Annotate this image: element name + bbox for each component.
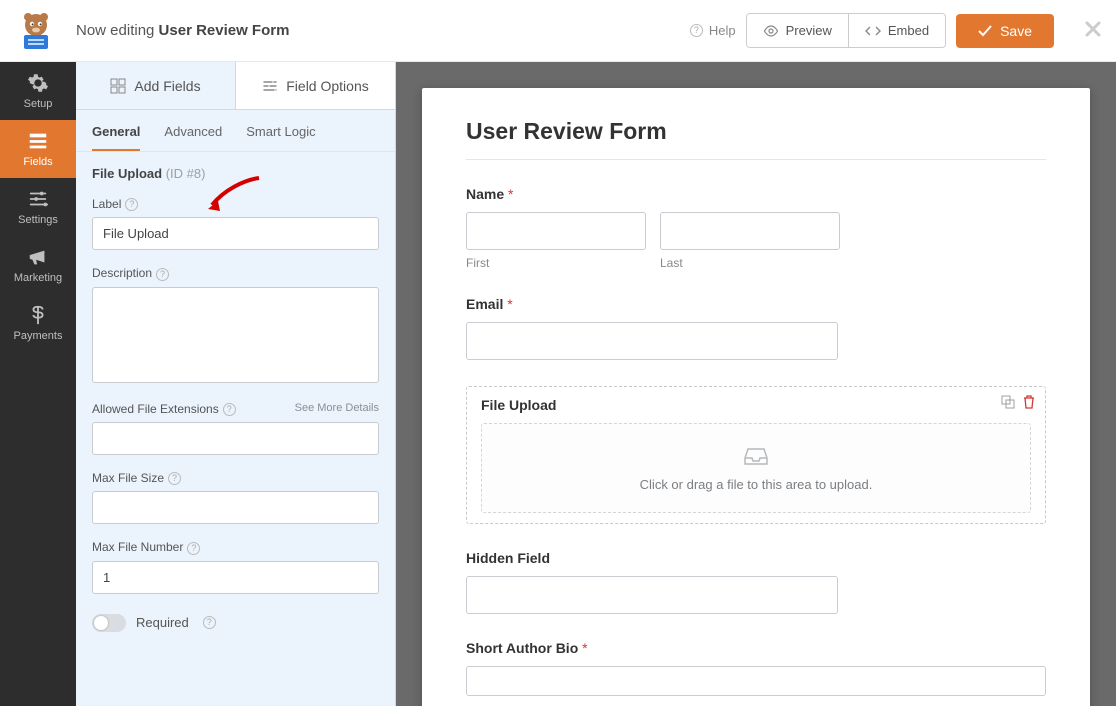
help-icon[interactable]: ? — [125, 198, 138, 211]
help-icon[interactable]: ? — [168, 472, 181, 485]
hidden-input[interactable] — [466, 576, 838, 614]
help-link[interactable]: ? Help — [686, 23, 736, 38]
help-label: Help — [709, 23, 736, 38]
editing-form-name: User Review Form — [159, 22, 290, 39]
dollar-icon — [27, 304, 49, 326]
inbox-icon — [743, 445, 769, 467]
email-field-label: Email * — [466, 296, 1046, 312]
grid-icon — [110, 78, 126, 94]
see-more-link[interactable]: See More Details — [295, 402, 379, 414]
preview-embed-group: Preview Embed — [746, 13, 946, 48]
help-icon[interactable]: ? — [223, 403, 236, 416]
nav-payments-label: Payments — [14, 330, 63, 342]
nav-settings[interactable]: Settings — [0, 178, 76, 236]
required-toggle[interactable] — [92, 614, 126, 632]
description-label: Description? — [92, 266, 379, 280]
subtab-smart-logic[interactable]: Smart Logic — [246, 124, 315, 151]
top-bar: Now editing User Review Form ? Help Prev… — [0, 0, 1116, 62]
first-name-input[interactable] — [466, 212, 646, 250]
hidden-field-label: Hidden Field — [466, 550, 1046, 566]
file-upload-field[interactable]: File Upload Click or drag a file to this… — [466, 386, 1046, 524]
form-preview: User Review Form Name * First Last — [422, 88, 1090, 706]
max-number-input[interactable] — [92, 561, 379, 594]
required-label: Required — [136, 615, 189, 630]
canvas-area: User Review Form Name * First Last — [396, 62, 1116, 706]
tab-field-options[interactable]: Field Options — [236, 62, 395, 110]
nav-fields[interactable]: Fields — [0, 120, 76, 178]
description-input[interactable] — [92, 287, 379, 383]
save-label: Save — [1000, 23, 1032, 39]
tab-field-options-label: Field Options — [286, 78, 368, 94]
preview-label: Preview — [786, 23, 832, 38]
duplicate-icon[interactable] — [1001, 395, 1015, 409]
bio-field-label: Short Author Bio * — [466, 640, 1046, 656]
nav-payments[interactable]: Payments — [0, 294, 76, 352]
preview-button[interactable]: Preview — [747, 14, 848, 47]
side-panel: Add Fields Field Options General Advance… — [76, 62, 396, 706]
check-icon — [978, 25, 992, 37]
nav-marketing-label: Marketing — [14, 272, 62, 284]
field-heading: File Upload (ID #8) — [92, 166, 379, 181]
tab-add-fields-label: Add Fields — [134, 78, 200, 94]
bio-input[interactable] — [466, 666, 1046, 696]
nav-settings-label: Settings — [18, 214, 58, 226]
trash-icon[interactable] — [1023, 395, 1035, 409]
last-sublabel: Last — [660, 256, 840, 270]
sliders-icon — [27, 188, 49, 210]
tab-add-fields[interactable]: Add Fields — [76, 62, 236, 110]
code-icon — [865, 25, 881, 37]
eye-icon — [763, 25, 779, 37]
max-size-label: Max File Size? — [92, 471, 379, 485]
subtab-general[interactable]: General — [92, 124, 140, 151]
close-builder-button[interactable] — [1084, 18, 1102, 44]
help-icon[interactable]: ? — [203, 616, 216, 629]
save-button[interactable]: Save — [956, 14, 1054, 48]
file-dropzone[interactable]: Click or drag a file to this area to upl… — [481, 423, 1031, 513]
extensions-input[interactable] — [92, 422, 379, 455]
left-nav: Setup Fields Settings Marketing Payments — [0, 62, 76, 706]
label-label: Label? — [92, 197, 379, 211]
embed-label: Embed — [888, 23, 929, 38]
nav-marketing[interactable]: Marketing — [0, 236, 76, 294]
editing-label: Now editing User Review Form — [76, 22, 289, 39]
form-title: User Review Form — [466, 118, 1046, 145]
field-id-label: (ID #8) — [166, 166, 206, 181]
app-logo — [14, 9, 58, 53]
help-icon[interactable]: ? — [156, 268, 169, 281]
form-icon — [27, 130, 49, 152]
name-field-label: Name * — [466, 186, 1046, 202]
close-icon — [1084, 20, 1102, 38]
nav-setup-label: Setup — [24, 98, 53, 110]
nav-fields-label: Fields — [23, 156, 52, 168]
bullhorn-icon — [27, 246, 49, 268]
gear-icon — [27, 72, 49, 94]
help-icon[interactable]: ? — [187, 542, 200, 555]
max-size-input[interactable] — [92, 491, 379, 524]
sliders-small-icon — [262, 78, 278, 94]
nav-setup[interactable]: Setup — [0, 62, 76, 120]
max-number-label: Max File Number? — [92, 540, 379, 554]
first-sublabel: First — [466, 256, 646, 270]
email-input[interactable] — [466, 322, 838, 360]
embed-button[interactable]: Embed — [848, 14, 945, 47]
label-input[interactable] — [92, 217, 379, 250]
help-icon: ? — [690, 24, 703, 37]
subtab-advanced[interactable]: Advanced — [164, 124, 222, 151]
field-type-label: File Upload — [92, 166, 162, 181]
file-label: File Upload — [481, 397, 1031, 413]
last-name-input[interactable] — [660, 212, 840, 250]
editing-prefix: Now editing — [76, 22, 159, 39]
drop-text: Click or drag a file to this area to upl… — [640, 477, 873, 492]
